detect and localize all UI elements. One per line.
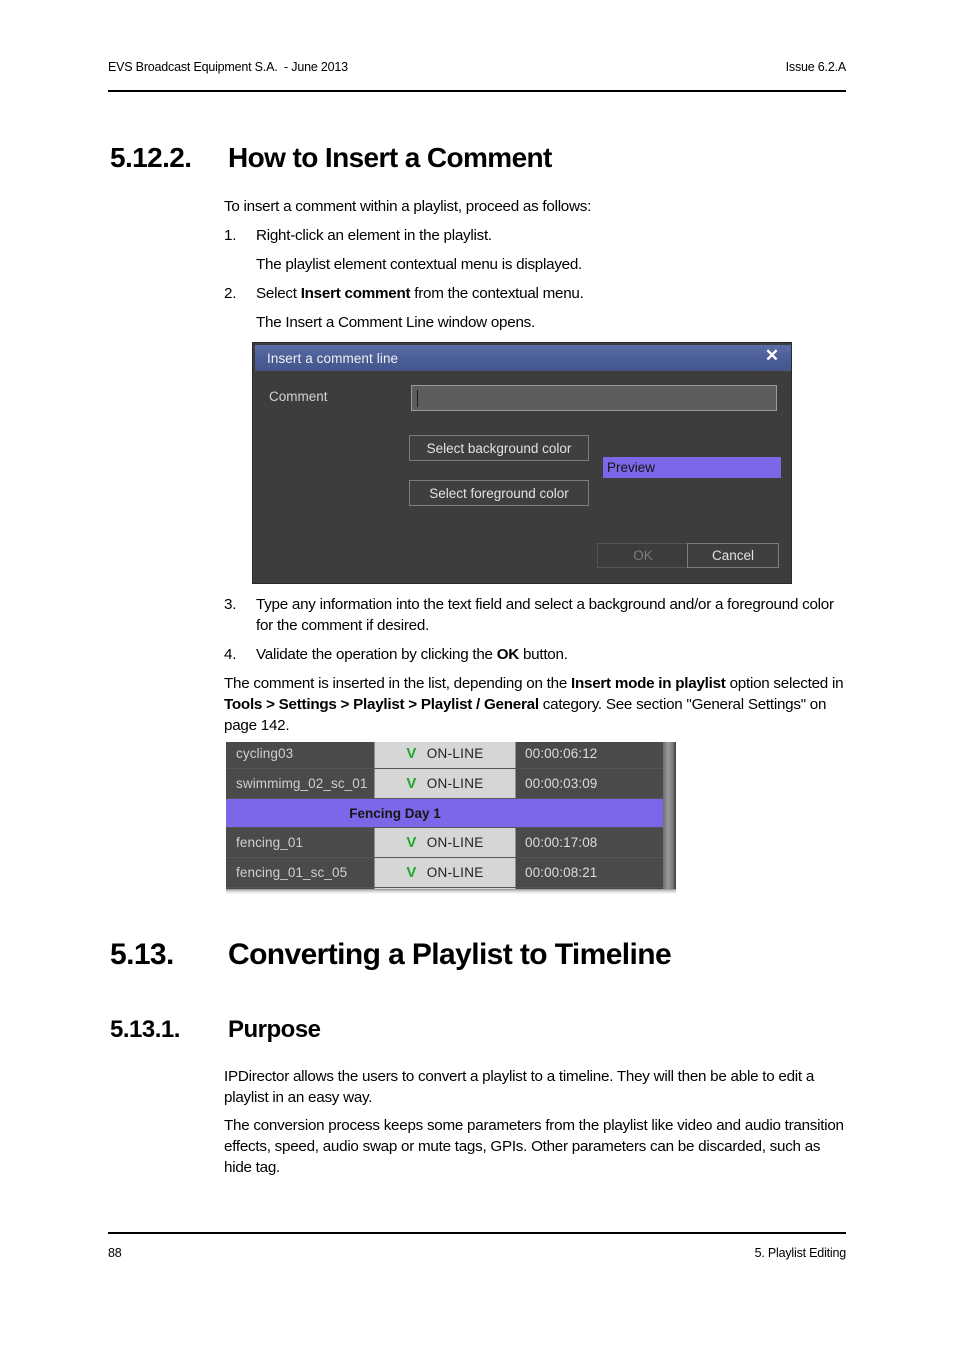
close-icon[interactable]: ✕ bbox=[761, 345, 783, 367]
text-cursor-icon bbox=[417, 390, 418, 407]
step-2-marker: 2. bbox=[224, 285, 237, 302]
step-3-text: Type any information into the text field… bbox=[256, 596, 834, 634]
heading-converting-a-playlist-to-timeline: 5.13. Converting a Playlist to Timeline bbox=[110, 938, 850, 972]
step-4-text: Validate the operation by clicking the O… bbox=[256, 644, 846, 665]
step-1-text: Right-click an element in the playlist. bbox=[256, 227, 492, 244]
table-row[interactable]: swimmimg_02_sc_01 V ON-LINE 00:00:03:09 bbox=[226, 769, 676, 799]
row-status: V ON-LINE bbox=[374, 858, 516, 887]
vertical-scrollbar[interactable] bbox=[663, 742, 676, 894]
step-2-text-bold: Insert comment bbox=[300, 285, 411, 302]
row-status: V ON-LINE bbox=[374, 828, 516, 857]
step-2-text: Select Insert comment from the contextua… bbox=[256, 283, 846, 304]
header-publisher: EVS Broadcast Equipment S.A. - June 2013 bbox=[108, 60, 348, 74]
header-issue: Issue 6.2.A bbox=[785, 60, 847, 74]
closing-bold-1: Insert mode in playlist bbox=[571, 675, 726, 692]
table-row[interactable]: cycling03 V ON-LINE 00:00:06:12 bbox=[226, 742, 676, 769]
online-check-icon: V bbox=[406, 775, 417, 792]
step-1-result: The playlist element contextual menu is … bbox=[256, 256, 583, 273]
closing-bold-2: Tools > Settings > Playlist > Playlist /… bbox=[224, 696, 539, 713]
comment-row[interactable]: Fencing Day 1 bbox=[226, 799, 676, 828]
insert-comment-line-dialog: Insert a comment line ✕ Comment Select b… bbox=[252, 342, 792, 584]
purpose-paragraph-1: IPDirector allows the users to convert a… bbox=[224, 1068, 815, 1106]
heading-number: 5.13.1. bbox=[110, 1016, 180, 1043]
row-name: fencing_01_sc_05 bbox=[226, 858, 374, 887]
step-2: 2. Select Insert comment from the contex… bbox=[224, 283, 846, 304]
online-check-icon: V bbox=[406, 864, 417, 881]
ok-button[interactable]: OK bbox=[597, 543, 689, 568]
row-name: cycling03 bbox=[226, 742, 374, 768]
closing-part-1: The comment is inserted in the list, dep… bbox=[224, 675, 571, 692]
playlist-table-screenshot: cycling03 V ON-LINE 00:00:06:12 swimmimg_… bbox=[226, 742, 676, 894]
comment-input[interactable] bbox=[411, 385, 777, 411]
closing-part-2: option selected in bbox=[725, 675, 844, 692]
heading-how-to-insert-a-comment: 5.12.2. How to Insert a Comment bbox=[110, 142, 850, 174]
purpose-paragraph-2: The conversion process keeps some parame… bbox=[224, 1117, 844, 1176]
document-page: EVS Broadcast Equipment S.A. - June 2013… bbox=[0, 0, 954, 1350]
step-4-text-before: Validate the operation by clicking the bbox=[256, 646, 497, 663]
row-duration: 00:00:17:08 bbox=[516, 828, 676, 857]
page-running-footer: 88 5. Playlist Editing bbox=[108, 1232, 846, 1260]
dialog-title-bar: Insert a comment line bbox=[255, 345, 791, 371]
playlist-rows: cycling03 V ON-LINE 00:00:06:12 swimmimg_… bbox=[226, 742, 676, 894]
step-3-marker: 3. bbox=[224, 596, 237, 613]
select-background-color-button[interactable]: Select background color bbox=[409, 435, 589, 461]
row-name: fencing_01 bbox=[226, 828, 374, 857]
row-status-label: ON-LINE bbox=[426, 865, 484, 880]
footer-page-number: 88 bbox=[108, 1246, 122, 1260]
row-status-label: ON-LINE bbox=[426, 835, 484, 850]
heading-title: Converting a Playlist to Timeline bbox=[228, 938, 672, 971]
step-2-text-after: from the contextual menu. bbox=[410, 285, 584, 302]
row-name: swimmimg_02_sc_01 bbox=[226, 769, 374, 798]
row-status: V ON-LINE bbox=[374, 742, 516, 768]
row-duration: 00:00:03:09 bbox=[516, 769, 676, 798]
row-status-label: ON-LINE bbox=[426, 746, 484, 761]
cancel-button[interactable]: Cancel bbox=[687, 543, 779, 568]
step-1: 1. Right-click an element in the playlis… bbox=[224, 225, 846, 246]
intro-paragraph: To insert a comment within a playlist, p… bbox=[224, 198, 592, 215]
table-row[interactable]: fencing_01_sc_05 V ON-LINE 00:00:08:21 bbox=[226, 858, 676, 888]
step-4-marker: 4. bbox=[224, 646, 237, 663]
select-foreground-color-button[interactable]: Select foreground color bbox=[409, 480, 589, 506]
online-check-icon: V bbox=[406, 834, 417, 851]
comment-preview-swatch: Preview bbox=[603, 457, 781, 478]
closing-paragraph: The comment is inserted in the list, dep… bbox=[224, 673, 846, 736]
heading-title: Purpose bbox=[228, 1016, 321, 1043]
comment-label: Comment bbox=[269, 389, 328, 404]
row-duration: 00:00:08:21 bbox=[516, 858, 676, 887]
step-2-result: The Insert a Comment Line window opens. bbox=[256, 314, 535, 331]
step-1-marker: 1. bbox=[224, 227, 237, 244]
online-check-icon: V bbox=[406, 745, 417, 762]
row-status-label: ON-LINE bbox=[426, 776, 484, 791]
table-bottom-edge bbox=[226, 889, 676, 894]
step-2-text-before: Select bbox=[256, 285, 301, 302]
table-row[interactable]: fencing_01 V ON-LINE 00:00:17:08 bbox=[226, 828, 676, 858]
heading-title: How to Insert a Comment bbox=[228, 142, 552, 173]
row-status: V ON-LINE bbox=[374, 769, 516, 798]
heading-number: 5.12.2. bbox=[110, 142, 192, 173]
step-4-text-bold: OK bbox=[496, 646, 520, 663]
step-4-text-after: button. bbox=[519, 646, 568, 663]
footer-section: 5. Playlist Editing bbox=[754, 1246, 847, 1260]
step-3: 3. Type any information into the text fi… bbox=[224, 594, 846, 636]
heading-number: 5.13. bbox=[110, 938, 174, 971]
step-4: 4. Validate the operation by clicking th… bbox=[224, 644, 846, 665]
dialog-title-text: Insert a comment line bbox=[267, 350, 399, 366]
page-running-header: EVS Broadcast Equipment S.A. - June 2013… bbox=[108, 60, 846, 92]
heading-purpose: 5.13.1. Purpose bbox=[110, 1016, 850, 1044]
row-duration: 00:00:06:12 bbox=[516, 742, 676, 768]
